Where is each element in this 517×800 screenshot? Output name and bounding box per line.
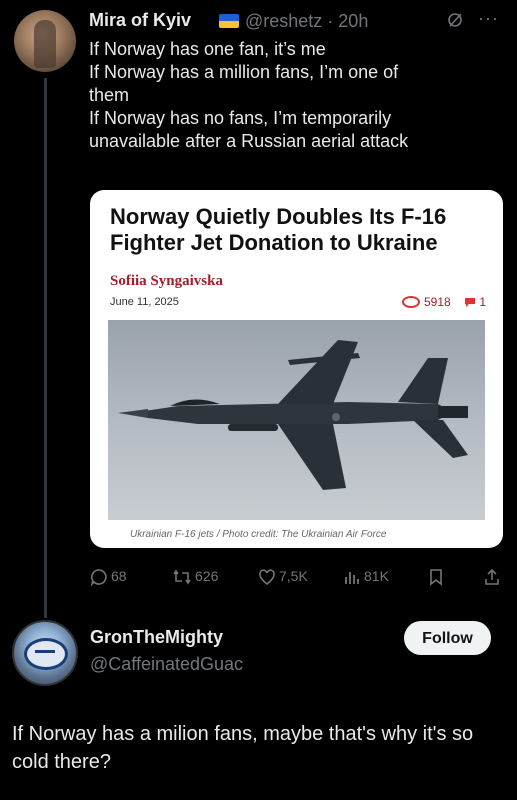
handle-and-time[interactable]: @reshetz · 20h <box>245 11 368 32</box>
article-comments-count: 1 <box>479 295 487 309</box>
reply-text: If Norway has a milion fans, maybe that'… <box>12 723 474 773</box>
bookmark-icon <box>430 569 442 586</box>
avatar-figure <box>34 20 56 68</box>
post-line: unavailable after a Russian aerial attac… <box>89 131 409 151</box>
like-count: 7,5K <box>279 568 308 584</box>
article-author: Sofiia Syngaivska <box>110 273 223 289</box>
bookmark-button[interactable] <box>428 568 447 586</box>
avatar-logo <box>24 638 68 670</box>
post-line: If Norway has a million fans, I’m one of <box>89 62 399 82</box>
views-count: 81K <box>364 568 389 584</box>
post-line: If Norway has one fan, it’s me <box>89 39 326 59</box>
photo-caption: Ukrainian F-16 jets / Photo credit: The … <box>130 529 387 540</box>
views-icon <box>345 572 359 585</box>
views-button[interactable]: 81K <box>343 568 389 586</box>
grok-icon[interactable] <box>447 12 463 28</box>
post-text: If Norway has one fan, it’s me If Norway… <box>89 38 499 153</box>
reply-icon <box>90 569 107 587</box>
thread-line <box>44 78 47 618</box>
reply-handle[interactable]: @CaffeinatedGuac <box>90 654 243 675</box>
repost-button[interactable]: 626 <box>172 568 218 586</box>
reply-avatar[interactable] <box>12 620 78 686</box>
reply-display-name[interactable]: GronTheMighty <box>90 627 223 648</box>
article-card[interactable]: Norway Quietly Doubles Its F-16 Fighter … <box>90 190 503 548</box>
display-name[interactable]: Mira of Kyiv <box>89 10 191 31</box>
like-button[interactable]: 7,5K <box>258 568 308 586</box>
repost-icon <box>173 569 191 585</box>
article-headline: Norway Quietly Doubles Its F-16 Fighter … <box>110 204 447 255</box>
fighter-jet-image <box>118 340 468 490</box>
reply-count: 68 <box>111 568 127 584</box>
article-views: 5918 <box>402 295 451 309</box>
post-line: If Norway has no fans, I’m temporarily <box>89 108 392 128</box>
ukraine-flag-icon <box>219 14 239 28</box>
more-options-icon[interactable]: ··· <box>478 8 499 29</box>
article-comments: 1 <box>464 295 486 309</box>
reply-button[interactable]: 68 <box>90 568 127 587</box>
heart-icon <box>259 569 275 586</box>
share-icon <box>485 569 499 586</box>
share-button[interactable] <box>484 568 503 586</box>
follow-button[interactable]: Follow <box>404 621 491 655</box>
post-line: them <box>89 85 130 105</box>
article-views-count: 5918 <box>424 295 451 309</box>
article-photo <box>108 320 485 520</box>
comment-icon <box>465 298 475 308</box>
avatar[interactable] <box>14 10 76 72</box>
eye-icon <box>402 295 420 308</box>
repost-count: 626 <box>195 568 219 584</box>
article-date: June 11, 2025 <box>110 296 179 308</box>
